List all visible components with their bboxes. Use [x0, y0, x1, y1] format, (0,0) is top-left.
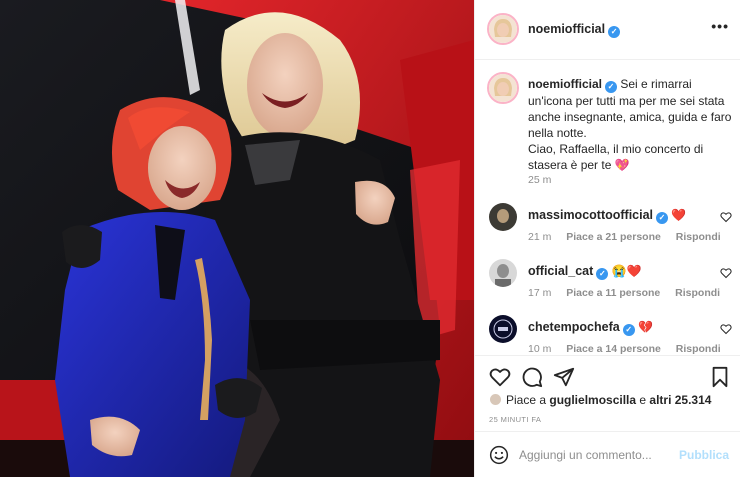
- author-username[interactable]: noemiofficial ✓: [528, 22, 621, 38]
- caption-author-avatar-image: [489, 74, 517, 102]
- comment-like-heart-icon[interactable]: [720, 211, 732, 223]
- comment-username[interactable]: official_cat: [528, 264, 593, 278]
- verified-icon: ✓: [596, 268, 609, 280]
- comment-meta: 10 m Piace a 14 persone Rispondi: [528, 343, 733, 355]
- comment-time[interactable]: 21 m: [528, 231, 551, 243]
- likes-middle: e: [636, 393, 650, 407]
- verified-icon: ✓: [608, 26, 621, 38]
- comment-likes[interactable]: Piace a 14 persone: [566, 343, 661, 355]
- comment-text: ❤️: [671, 208, 687, 222]
- publish-button[interactable]: Pubblica: [679, 448, 729, 462]
- likes-others[interactable]: altri 25.314: [649, 393, 711, 407]
- comment-like-heart-icon[interactable]: [720, 267, 732, 279]
- commenter-avatar[interactable]: [489, 203, 517, 231]
- comment-item: official_cat ✓ 😭❤️ 17 m Piace a 11 person…: [475, 253, 740, 309]
- share-icon[interactable]: [553, 366, 575, 388]
- caption-username[interactable]: noemiofficial: [528, 77, 602, 91]
- comment-text: 💔: [638, 320, 653, 334]
- comment-like-heart-icon[interactable]: [720, 323, 732, 335]
- bookmark-icon[interactable]: [709, 366, 731, 388]
- commenter-avatar-image: [489, 259, 517, 287]
- add-comment-bar: Pubblica: [475, 431, 740, 477]
- verified-icon: ✓: [622, 324, 635, 336]
- more-options-icon[interactable]: •••: [711, 18, 729, 34]
- commenter-avatar[interactable]: [489, 315, 517, 343]
- reply-button[interactable]: Rispondi: [675, 287, 720, 299]
- caption-author-avatar[interactable]: [487, 72, 519, 104]
- commenter-avatar[interactable]: [489, 259, 517, 287]
- comment-meta: 17 m Piace a 11 persone Rispondi: [528, 287, 732, 299]
- comment-item: massimocottoofficial ✓ ❤️ 21 m Piace a 21…: [475, 197, 740, 253]
- comment-likes[interactable]: Piace a 21 persone: [566, 231, 661, 243]
- comment-likes[interactable]: Piace a 11 persone: [566, 287, 660, 299]
- heart-icon[interactable]: [489, 366, 511, 388]
- caption-block: noemiofficial ✓ Sei e rimarrai un'icona p…: [475, 60, 740, 197]
- comment-line: massimocottoofficial ✓ ❤️: [528, 208, 686, 224]
- author-avatar-image: [489, 15, 517, 43]
- verified-icon: ✓: [656, 212, 669, 224]
- caption-body: Sei e rimarrai un'icona per tutti ma per…: [528, 77, 732, 172]
- commenter-avatar-image: [489, 315, 517, 343]
- caption-timestamp[interactable]: 25 m: [528, 174, 551, 186]
- comment-input[interactable]: [519, 444, 679, 466]
- likes-summary[interactable]: Piace a guglielmoscilla e altri 25.314: [489, 393, 711, 407]
- verified-icon: ✓: [605, 81, 618, 93]
- post-photo-illustration: [0, 0, 474, 477]
- reply-button[interactable]: Rispondi: [676, 231, 721, 243]
- reply-button[interactable]: Rispondi: [676, 343, 721, 355]
- comment-line: official_cat ✓ 😭❤️: [528, 264, 642, 280]
- comment-line: chetempochefa ✓ 💔: [528, 320, 653, 336]
- post-photo[interactable]: [0, 0, 474, 477]
- comment-text: 😭❤️: [611, 264, 642, 278]
- comment-username[interactable]: massimocottoofficial: [528, 208, 653, 222]
- author-avatar[interactable]: [487, 13, 519, 45]
- post-timestamp[interactable]: 25 MINUTI FA: [489, 415, 541, 424]
- emoji-icon[interactable]: [489, 445, 509, 465]
- post-side-panel: noemiofficial ✓ ••• noemiofficial ✓ Sei e …: [474, 0, 740, 477]
- likes-user[interactable]: guglielmoscilla: [549, 393, 636, 407]
- comment-time[interactable]: 10 m: [528, 343, 551, 355]
- liker-avatar: [489, 393, 502, 406]
- caption-text: noemiofficial ✓ Sei e rimarrai un'icona p…: [528, 76, 734, 173]
- commenter-avatar-image: [489, 203, 517, 231]
- comment-time[interactable]: 17 m: [528, 287, 551, 299]
- likes-prefix: Piace a: [506, 393, 550, 407]
- post-header: noemiofficial ✓ •••: [475, 0, 740, 60]
- comment-meta: 21 m Piace a 21 persone Rispondi: [528, 231, 733, 243]
- comment-icon[interactable]: [521, 366, 543, 388]
- comment-username[interactable]: chetempochefa: [528, 320, 620, 334]
- caption-emoji: 💖: [614, 158, 630, 172]
- author-username-text[interactable]: noemiofficial: [528, 22, 605, 36]
